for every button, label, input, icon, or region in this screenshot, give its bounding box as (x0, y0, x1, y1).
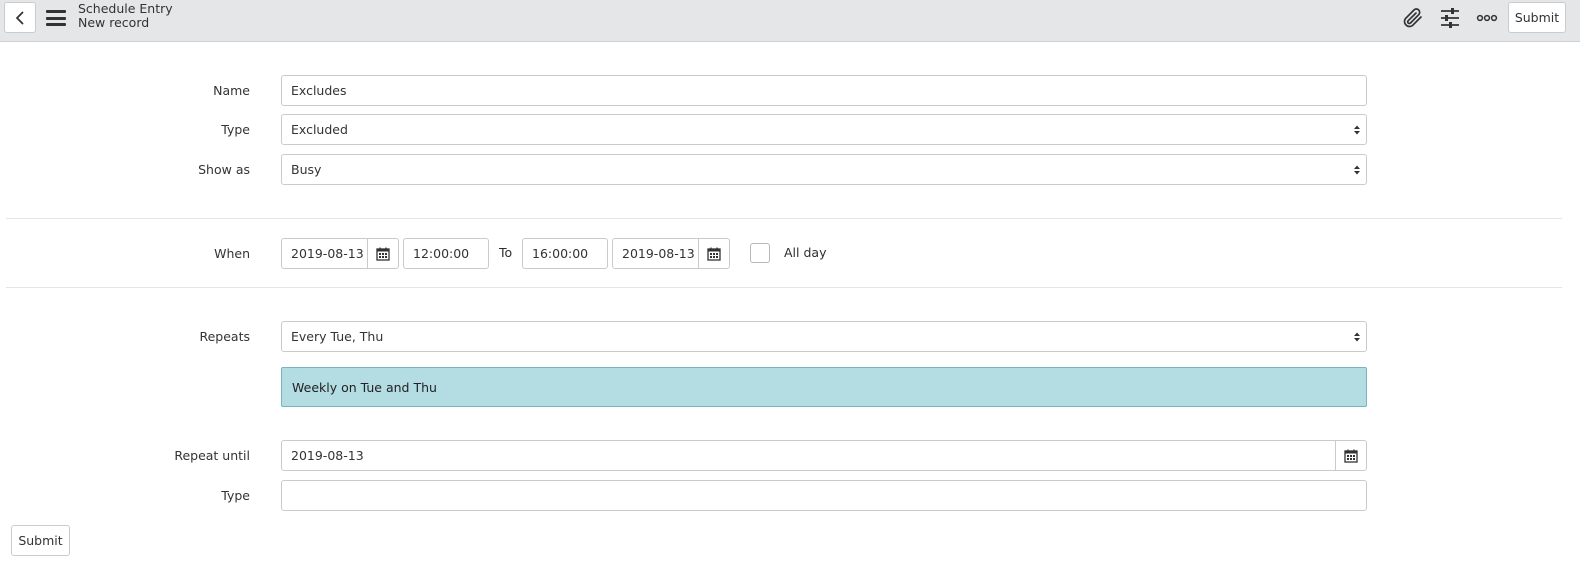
repeats-select[interactable]: Every Tue, Thu (281, 321, 1367, 352)
repeat-until-label: Repeat until (174, 448, 250, 463)
all-day-label: All day (784, 245, 827, 260)
start-date-input[interactable]: 2019-08-13 (281, 238, 368, 269)
end-time-input[interactable]: 16:00:00 (522, 238, 608, 269)
page-title: Schedule Entry New record (78, 2, 173, 30)
header-submit-button[interactable]: Submit (1508, 2, 1566, 33)
show-as-select[interactable]: Busy (281, 154, 1367, 185)
record-type-title: Schedule Entry (78, 1, 173, 16)
repeat-until-calendar-button[interactable] (1335, 440, 1367, 471)
second-type-input[interactable] (281, 480, 1367, 511)
when-label: When (214, 246, 250, 261)
start-date-calendar-button[interactable] (367, 238, 399, 269)
all-day-checkbox[interactable] (750, 243, 770, 263)
repeats-select-value: Every Tue, Thu (291, 329, 384, 344)
section-divider (6, 218, 1562, 219)
hamburger-menu-icon[interactable] (44, 8, 68, 28)
repeat-summary-message: Weekly on Tue and Thu (281, 367, 1367, 407)
chevron-left-icon (16, 11, 24, 24)
end-date-input[interactable]: 2019-08-13 (612, 238, 699, 269)
end-date-calendar-button[interactable] (698, 238, 730, 269)
more-options-icon[interactable] (1474, 6, 1500, 30)
repeats-label: Repeats (199, 329, 250, 344)
type-label: Type (221, 122, 250, 137)
type-select-value: Excluded (291, 122, 348, 137)
calendar-icon (1344, 449, 1358, 463)
to-label: To (499, 245, 513, 260)
repeat-until-input[interactable]: 2019-08-13 (281, 440, 1336, 471)
section-divider (6, 287, 1562, 288)
form-header: Schedule Entry New record Submit (0, 0, 1580, 42)
start-time-input[interactable]: 12:00:00 (403, 238, 489, 269)
select-arrows-icon (1354, 332, 1360, 341)
show-as-select-value: Busy (291, 162, 322, 177)
show-as-label: Show as (198, 162, 250, 177)
calendar-icon (376, 247, 390, 261)
paperclip-icon[interactable] (1400, 6, 1426, 30)
back-button[interactable] (4, 2, 36, 33)
calendar-icon (707, 247, 721, 261)
name-label: Name (213, 83, 250, 98)
submit-button[interactable]: Submit (11, 525, 70, 556)
select-arrows-icon (1354, 165, 1360, 174)
sliders-icon[interactable] (1437, 6, 1463, 30)
type-select[interactable]: Excluded (281, 114, 1367, 145)
second-type-label: Type (221, 488, 250, 503)
select-arrows-icon (1354, 125, 1360, 134)
record-subtitle: New record (78, 15, 150, 30)
name-input[interactable]: Excludes (281, 75, 1367, 106)
